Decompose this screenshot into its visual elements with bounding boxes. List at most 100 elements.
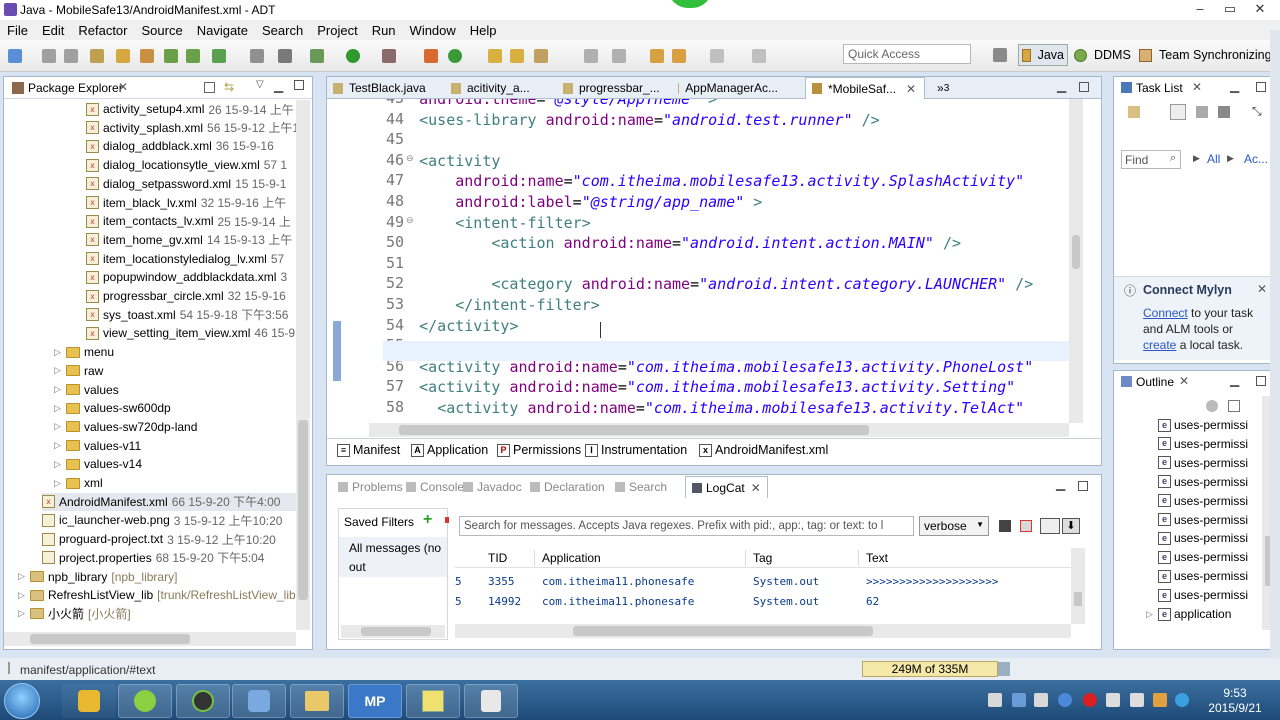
tree-file-item[interactable]: ic_launcher-web.png 3 15-9-12 上午10:20: [42, 511, 296, 529]
column-header[interactable]: Application: [542, 551, 601, 565]
tree-file-item[interactable]: x activity_setup4.xml 26 15-9-14 上午: [86, 100, 294, 118]
outline-item[interactable]: e uses-permissi: [1158, 567, 1248, 585]
filter-item-all[interactable]: All messages (no out: [339, 537, 447, 577]
column-divider[interactable]: [858, 550, 859, 566]
menu-project[interactable]: Project: [310, 23, 364, 38]
new-task-icon[interactable]: [1128, 106, 1140, 118]
minimize-view-icon[interactable]: ▁: [1230, 373, 1239, 387]
expand-arrow-icon[interactable]: ▷: [54, 421, 66, 432]
tray-app-icon[interactable]: [1058, 693, 1072, 707]
close-icon[interactable]: ✕: [1257, 282, 1267, 296]
tree-folder-item[interactable]: ▷ values-sw720dp-land: [54, 418, 197, 436]
next-annotation-icon[interactable]: [612, 49, 626, 63]
logcat-search-input[interactable]: Search for messages. Accepts Java regexe…: [459, 516, 914, 536]
search-icon[interactable]: [534, 49, 548, 63]
more-tabs-indicator[interactable]: » 3: [931, 77, 955, 99]
taskbar-app-4[interactable]: [232, 684, 286, 718]
close-tab-icon[interactable]: ✕: [751, 481, 761, 495]
back-icon[interactable]: [672, 49, 686, 63]
tree-project-item[interactable]: ▷ npb_library [npb_library]: [18, 568, 177, 586]
hide-completed-icon[interactable]: [1218, 106, 1230, 118]
tray-volume-icon[interactable]: [1130, 693, 1144, 707]
tree-file-item[interactable]: x progressbar_circle.xml 32 15-9-16: [86, 287, 286, 305]
add-filter-icon[interactable]: +: [423, 511, 432, 529]
menu-refactor[interactable]: Refactor: [71, 23, 134, 38]
taskbar-app-5[interactable]: [290, 684, 344, 718]
save-log-icon[interactable]: [999, 520, 1011, 532]
console-tab[interactable]: LogCat ✕: [685, 476, 768, 498]
tray-input-icon[interactable]: [1012, 693, 1026, 707]
toggle-icon[interactable]: [278, 49, 292, 63]
heap-status[interactable]: 249M of 335M: [862, 661, 998, 677]
new-icon[interactable]: [8, 49, 22, 63]
vertical-scrollbar[interactable]: [296, 100, 310, 630]
minimize-view-icon[interactable]: ▁: [274, 79, 283, 93]
minimize-view-icon[interactable]: ▁: [1230, 79, 1239, 93]
menu-help[interactable]: Help: [463, 23, 504, 38]
tree-file-item[interactable]: x item_home_gv.xml 14 15-9-13 上午: [86, 231, 292, 249]
tree-file-item[interactable]: x view_setting_item_view.xml 46 15-9: [86, 324, 295, 342]
tray-record-icon[interactable]: [1083, 693, 1097, 707]
categorize-icon[interactable]: [1170, 104, 1186, 120]
column-header[interactable]: TID: [488, 551, 507, 565]
lint-icon[interactable]: [186, 49, 200, 63]
menu-run[interactable]: Run: [365, 23, 403, 38]
expand-arrow-icon[interactable]: ▷: [54, 440, 66, 451]
close-icon[interactable]: ✕: [1179, 374, 1189, 388]
menu-search[interactable]: Search: [255, 23, 310, 38]
tree-file-item[interactable]: x dialog_setpassword.xml 15 15-9-1: [86, 175, 286, 193]
forward-icon[interactable]: [710, 49, 724, 63]
taskbar-app-6[interactable]: MP: [348, 684, 402, 718]
remove-filter-icon[interactable]: [445, 517, 449, 523]
coverage-icon[interactable]: [382, 49, 396, 63]
open-task-icon[interactable]: [510, 49, 524, 63]
editor-tab[interactable]: acitivity_a...: [445, 77, 557, 99]
tray-shield-icon[interactable]: [1034, 693, 1048, 707]
clock[interactable]: 9:53 2015/9/21: [1205, 686, 1265, 716]
menu-file[interactable]: File: [0, 23, 35, 38]
log-row[interactable]: 5 14992 com.itheima11.phonesafe System.out 6…: [455, 593, 1071, 611]
log-level-select[interactable]: verbose ▼: [919, 516, 989, 536]
skip-icon[interactable]: [250, 49, 264, 63]
tree-file-item[interactable]: x popupwindow_addblackdata.xml 3: [86, 268, 287, 286]
maximize-view-icon[interactable]: [1256, 82, 1266, 92]
logcat-hscroll[interactable]: [455, 624, 1071, 638]
tree-folder-item[interactable]: ▷ values-v14: [54, 455, 142, 473]
console-tab[interactable]: Problems: [332, 476, 409, 498]
console-tab[interactable]: Javadoc: [457, 476, 528, 498]
outline-item[interactable]: e uses-permissi: [1158, 492, 1248, 510]
tree-project-item[interactable]: ▷ 小火箭 [小火箭]: [18, 605, 131, 623]
minimize-button[interactable]: –: [1185, 0, 1215, 20]
open-perspective-icon[interactable]: [993, 48, 1007, 62]
horizontal-scrollbar[interactable]: [4, 632, 296, 646]
logcat-vscroll[interactable]: [1071, 548, 1085, 624]
outline-item[interactable]: e uses-permissi: [1158, 473, 1248, 491]
expand-arrow-icon[interactable]: ▷: [54, 459, 66, 470]
quick-access-input[interactable]: Quick Access: [843, 44, 971, 64]
filter-scrollbar[interactable]: [341, 625, 445, 638]
expand-arrow-icon[interactable]: ▷: [18, 590, 30, 601]
start-button[interactable]: [4, 683, 40, 719]
activate-link[interactable]: Ac...: [1244, 152, 1268, 166]
tree-file-item[interactable]: x activity_splash.xml 56 15-9-12 上午1: [86, 119, 296, 137]
outline-item[interactable]: e uses-permissi: [1158, 529, 1248, 547]
clear-icon[interactable]: ⤡: [1252, 104, 1262, 119]
annotation-icon[interactable]: [584, 49, 598, 63]
column-header[interactable]: Tag: [753, 551, 772, 565]
avd-icon[interactable]: [164, 49, 178, 63]
connect-link[interactable]: Connect: [1143, 306, 1188, 320]
tree-file-item[interactable]: x item_contacts_lv.xml 25 15-9-14 上: [86, 212, 291, 230]
toggle-column-icon[interactable]: [1040, 518, 1060, 534]
close-button[interactable]: ✕: [1245, 0, 1275, 20]
all-link[interactable]: All: [1207, 152, 1220, 166]
expand-icon[interactable]: ▶: [1193, 153, 1200, 164]
minimize-view-icon[interactable]: ▁: [1056, 477, 1065, 491]
maximize-view-icon[interactable]: [1079, 82, 1089, 92]
task-find-input[interactable]: Find ⌕: [1121, 150, 1181, 169]
taskbar-app-1[interactable]: [62, 684, 116, 718]
debug-icon[interactable]: [310, 49, 324, 63]
taskbar-app-3[interactable]: [176, 684, 230, 718]
perspective-ddms[interactable]: DDMS: [1074, 44, 1131, 66]
expand-arrow-icon[interactable]: ▷: [18, 571, 30, 582]
expand-arrow-icon[interactable]: ▷: [1146, 609, 1158, 620]
